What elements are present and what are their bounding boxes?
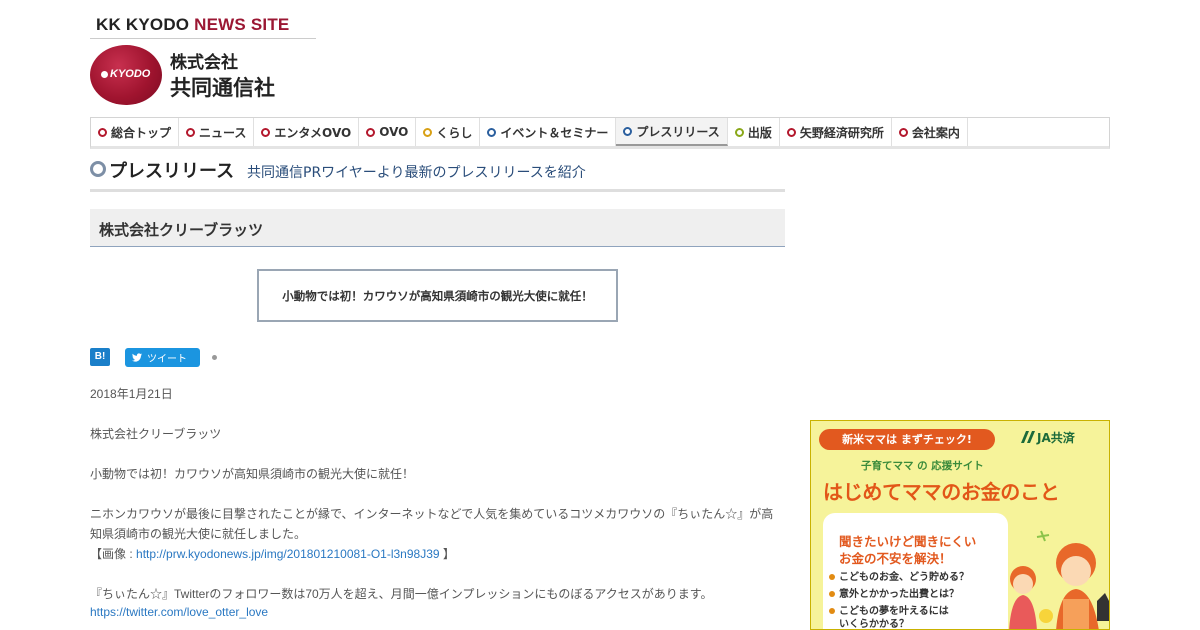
nav-item-publishing[interactable]: 出版: [728, 118, 780, 146]
company-header: 株式会社クリーブラッツ: [90, 209, 785, 247]
separator-dot: [212, 355, 217, 360]
body-paragraph-1-line-1: ニホンカワウソが最後に目撃されたことが縁で、インターネットなどで人気を集めている…: [90, 507, 774, 521]
image-prefix: 【画像 :: [90, 547, 133, 561]
nav-item-company-info[interactable]: 会社案内: [892, 118, 968, 146]
kyodo-logo[interactable]: KYODO: [90, 45, 162, 105]
header-divider: [90, 38, 316, 39]
nav-bullet-icon: [423, 127, 433, 137]
nav-item-label: プレスリリース: [636, 124, 720, 139]
nav-item-label: 矢野経済研究所: [799, 125, 884, 140]
nav-bullet-icon: [734, 127, 744, 137]
ja-kyosai-label: JA共済: [1037, 431, 1075, 445]
release-headline: 小動物では初！カワウソが高知県須崎市の観光大使に就任！: [282, 288, 593, 303]
nav-item-label: 出版: [747, 125, 772, 140]
ja-kyosai-ad-banner[interactable]: 新米ママは まずチェック! JA共済 子育てママ の 応援サイト はじめてママの…: [810, 420, 1110, 630]
logo-text: KYODO: [110, 68, 151, 80]
nav-bullet-icon: [261, 127, 271, 137]
nav-bullet-icon: [623, 126, 633, 136]
release-headline-box: 小動物では初！カワウソが高知県須崎市の観光大使に就任！: [257, 269, 618, 322]
nav-item-label: イベント＆セミナー: [500, 125, 609, 140]
ad-list-item-text: こどものお金、どう貯める？: [839, 572, 969, 583]
logo-dot: [101, 71, 108, 78]
company-name-line2: 共同通信社: [170, 76, 275, 100]
heading-divider: [90, 189, 785, 192]
nav-bullet-icon: [898, 127, 908, 137]
nav-bullet-icon: [186, 127, 196, 137]
bullet-icon: [829, 574, 835, 580]
ad-list-item-text: いくらかかる？: [839, 619, 909, 630]
page-title: プレスリリース: [109, 161, 235, 182]
nav-bullet-icon: [98, 127, 107, 137]
body-company: 株式会社クリーブラッツ: [90, 427, 222, 441]
nav-item-entame-ovo[interactable]: エンタメOVO: [254, 118, 360, 146]
page-subtitle: 共同通信PRワイヤーより最新のプレスリリースを紹介: [247, 165, 586, 181]
ad-list-item: 意外とかかった出費とは？: [829, 585, 959, 600]
nav-item-label: OVO: [379, 125, 409, 139]
nav-item-top[interactable]: 総合トップ: [91, 118, 180, 146]
tweet-button[interactable]: ツイート: [125, 348, 200, 367]
ad-list-item: こどものお金、どう貯める？: [829, 568, 969, 583]
twitter-link[interactable]: https://twitter.com/love_otter_love: [90, 605, 268, 619]
ad-list-item-continued: いくらかかる？: [839, 615, 909, 630]
image-link[interactable]: http://prw.kyodonews.jp/img/201801210081…: [136, 547, 440, 561]
release-date: 2018年1月21日: [90, 387, 173, 401]
nav-item-events[interactable]: イベント＆セミナー: [480, 118, 617, 146]
ja-logo-icon: [1021, 431, 1035, 443]
company-name-line1: 株式会社: [170, 53, 238, 73]
section-ring-icon: [90, 161, 106, 177]
mother-and-child-illustration: [1009, 530, 1109, 629]
company-name: 株式会社クリーブラッツ: [99, 221, 264, 239]
ad-question-2: お金の不安を解決！: [839, 551, 952, 566]
nav-item-label: エンタメOVO: [274, 125, 352, 140]
nav-item-label: くらし: [436, 125, 473, 140]
bullet-icon: [829, 591, 835, 597]
image-reference: 【画像 : http://prw.kyodonews.jp/img/201801…: [90, 545, 455, 562]
body-paragraph-1-line-2: 知県須崎市の観光大使に就任しました。: [90, 527, 307, 541]
ad-pill-label: 新米ママは まずチェック!: [819, 429, 995, 450]
bullet-icon: [829, 608, 835, 614]
site-name-accent: NEWS SITE: [194, 15, 290, 34]
nav-item-press-release[interactable]: プレスリリース: [616, 118, 728, 146]
nav-item-label: 会社案内: [911, 125, 960, 140]
body-paragraph-2: 『ちぃたん☆』Twitterのフォロワー数は70万人を超え、月間一億インプレッシ…: [90, 587, 713, 601]
site-name[interactable]: KK KYODO NEWS SITE: [96, 15, 289, 35]
ad-subtitle: 子育てママ の 応援サイト: [861, 460, 984, 472]
nav-item-ovo[interactable]: OVO: [359, 118, 417, 146]
twitter-bird-icon: [132, 353, 142, 362]
nav-item-label: 総合トップ: [111, 125, 172, 140]
image-suffix: 】: [442, 547, 455, 561]
nav-item-yano[interactable]: 矢野経済研究所: [780, 118, 892, 146]
nav-item-news[interactable]: ニュース: [179, 118, 255, 146]
main-nav: 総合トップ ニュース エンタメOVO OVO くらし イベント＆セミナー プレス…: [90, 117, 1110, 149]
tweet-label: ツイート: [147, 354, 187, 365]
site-name-prefix: KK KYODO: [96, 15, 195, 34]
nav-item-label: ニュース: [199, 125, 247, 140]
body-headline: 小動物では初！カワウソが高知県須崎市の観光大使に就任！: [90, 467, 415, 481]
ad-title: はじめてママのお金のこと: [823, 480, 1060, 504]
nav-bullet-icon: [366, 127, 376, 137]
hatena-bookmark-button[interactable]: B!: [90, 348, 110, 366]
nav-bullet-icon: [786, 127, 796, 137]
ad-list-item-text: 意外とかかった出費とは？: [839, 589, 959, 600]
nav-bullet-icon: [487, 127, 497, 137]
nav-item-kurashi[interactable]: くらし: [416, 118, 481, 146]
